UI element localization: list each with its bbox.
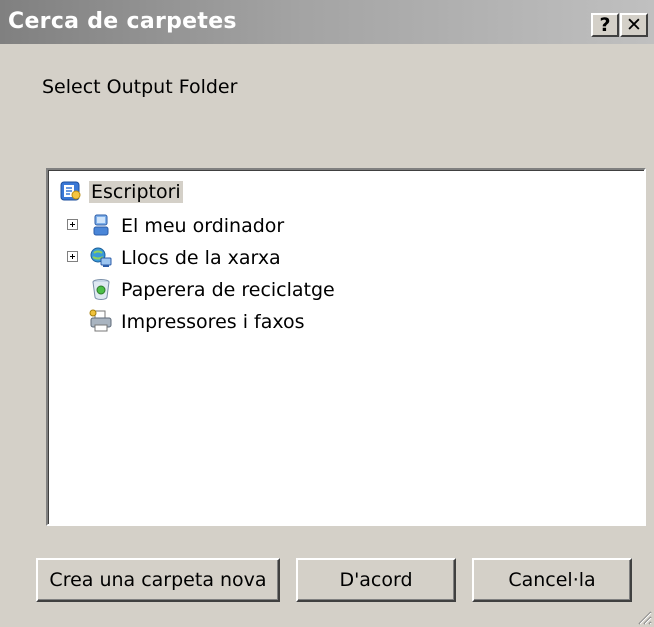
tree-item-label: Llocs de la xarxa <box>121 247 281 269</box>
ok-button[interactable]: D'acord <box>296 558 456 602</box>
title-bar[interactable]: Cerca de carpetes ? ✕ <box>0 0 654 44</box>
network-icon <box>90 247 112 267</box>
tree-item-label: Impressores i faxos <box>121 311 305 333</box>
help-button[interactable]: ? <box>591 13 619 37</box>
printer-icon <box>89 309 112 332</box>
expand-icon[interactable] <box>67 219 78 230</box>
folder-tree[interactable]: Escriptori El meu ordinador Llocs de la … <box>46 168 646 526</box>
help-icon: ? <box>599 14 611 36</box>
computer-icon <box>93 214 109 236</box>
resize-grip-icon[interactable] <box>634 607 652 625</box>
folder-browser-dialog: Cerca de carpetes ? ✕ Select Output Fold… <box>0 0 654 627</box>
window-title: Cerca de carpetes <box>8 9 237 34</box>
tree-item-label: Paperera de reciclatge <box>121 279 335 301</box>
tree-item-label: Escriptori <box>89 181 183 203</box>
desktop-icon <box>60 181 81 201</box>
recycle-bin-icon <box>92 279 110 301</box>
close-icon: ✕ <box>626 14 642 36</box>
prompt-label: Select Output Folder <box>42 76 238 98</box>
new-folder-button[interactable]: Crea una carpeta nova <box>36 558 280 602</box>
close-button[interactable]: ✕ <box>620 13 648 37</box>
cancel-button[interactable]: Cancel·la <box>472 558 632 602</box>
expand-icon[interactable] <box>67 251 78 262</box>
tree-item-label: El meu ordinador <box>121 215 285 237</box>
